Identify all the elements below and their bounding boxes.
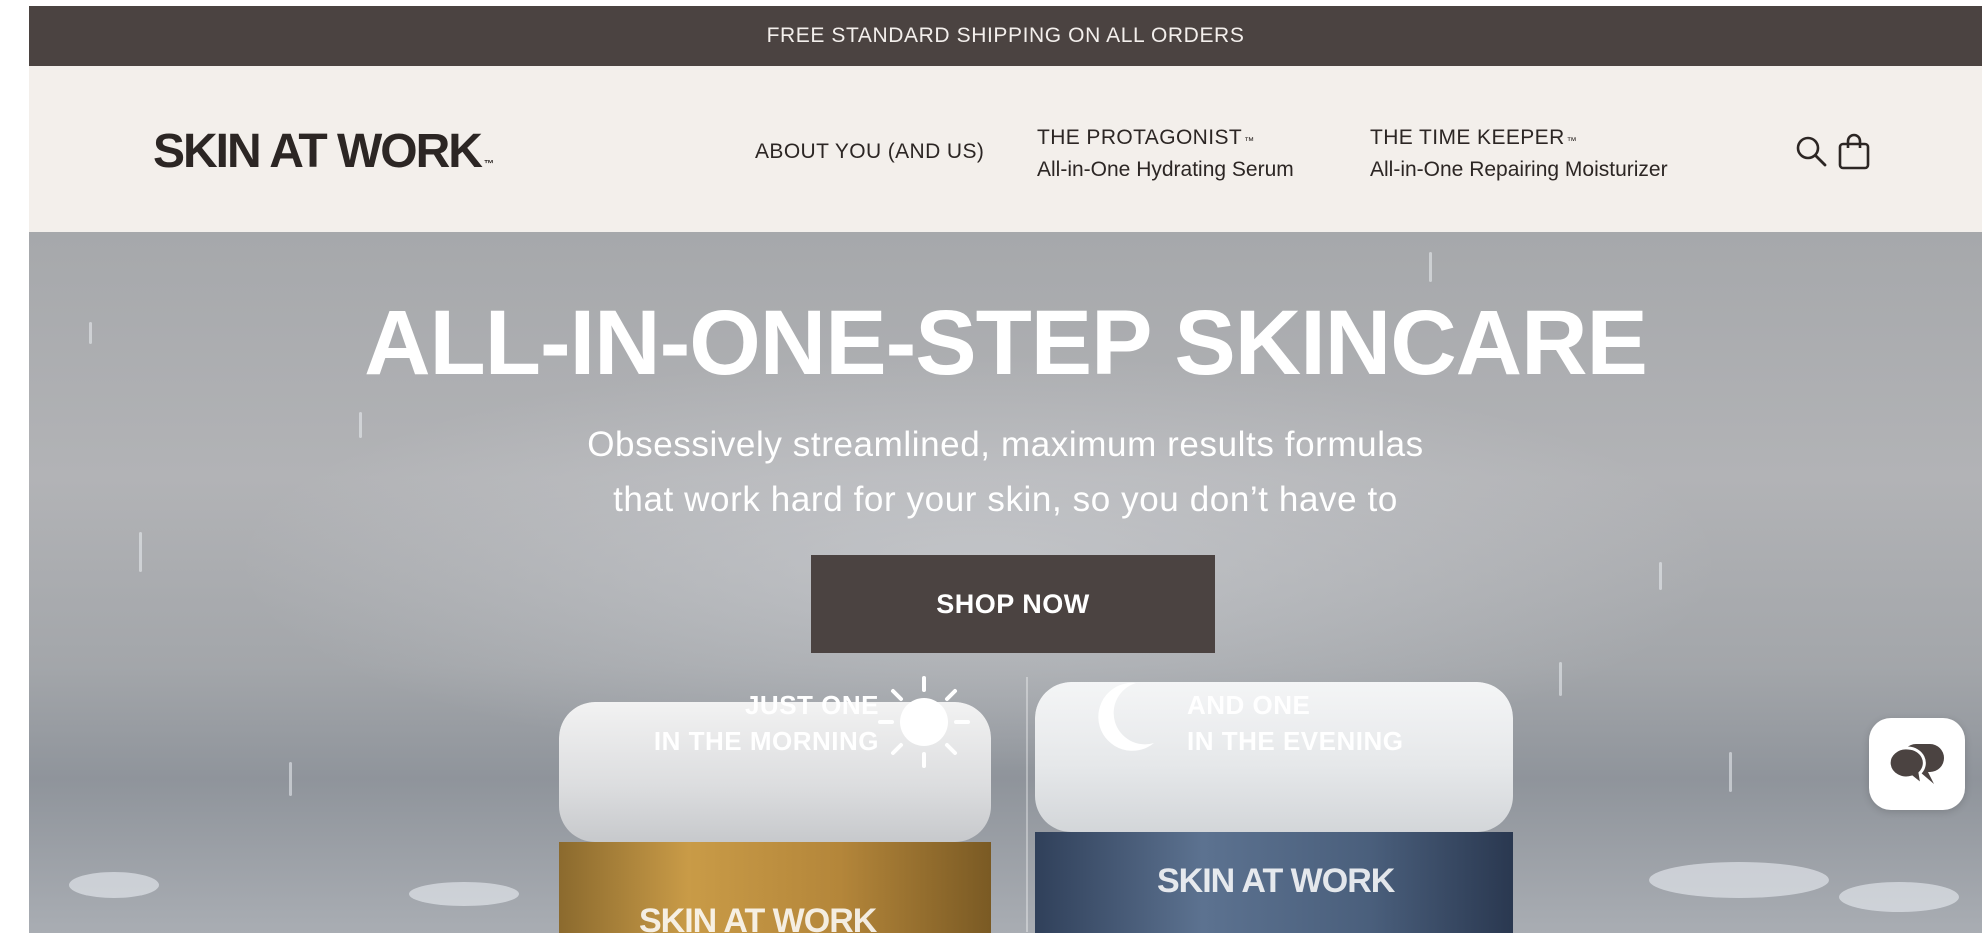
nav-time-keeper-subtitle: All-in-One Repairing Moisturizer xyxy=(1370,158,1668,181)
evening-caption-line2: IN THE EVENING xyxy=(1187,726,1404,756)
water-drop xyxy=(139,532,142,572)
shop-now-button[interactable]: SHOP NOW xyxy=(811,555,1215,653)
jar-body: SKIN AT WORK xyxy=(1035,832,1513,933)
water-drop xyxy=(1659,562,1662,590)
nav-time-keeper-title: THE TIME KEEPER xyxy=(1370,126,1565,149)
nav-protagonist-title: THE PROTAGONIST xyxy=(1037,126,1243,149)
announcement-bar: FREE STANDARD SHIPPING ON ALL ORDERS xyxy=(29,6,1982,66)
shopping-bag-icon[interactable] xyxy=(1834,131,1874,171)
morning-caption: JUST ONE IN THE MORNING xyxy=(589,687,879,759)
site-header: SKIN AT WORK ™ ABOUT YOU (AND US) THE PRO… xyxy=(29,66,1982,232)
hero-subtitle-line1: Obsessively streamlined, maximum results… xyxy=(587,425,1424,464)
water-drop xyxy=(1429,252,1432,282)
search-icon[interactable] xyxy=(1791,131,1831,171)
jar-label: SKIN AT WORK xyxy=(639,902,877,933)
sun-icon xyxy=(874,672,974,777)
nav-link-time-keeper[interactable]: THE TIME KEEPER ™ All-in-One Repairing Mo… xyxy=(1370,126,1668,182)
logo[interactable]: SKIN AT WORK ™ xyxy=(153,124,494,179)
jar-body: SKIN AT WORK xyxy=(559,842,991,933)
nav-link-about[interactable]: ABOUT YOU (AND US) xyxy=(755,140,984,164)
water-drop xyxy=(1729,752,1732,792)
nav-link-protagonist[interactable]: THE PROTAGONIST ™ All-in-One Hydrating Se… xyxy=(1037,126,1294,182)
moon-icon xyxy=(1092,677,1162,762)
water-splash xyxy=(409,882,519,906)
chat-bubbles-icon[interactable] xyxy=(1869,718,1965,810)
shop-now-label: SHOP NOW xyxy=(936,588,1090,619)
hero-subtitle-line2: that work hard for your skin, so you don… xyxy=(613,480,1398,519)
announcement-text: FREE STANDARD SHIPPING ON ALL ORDERS xyxy=(766,24,1245,47)
logo-text: SKIN AT WORK xyxy=(153,125,483,178)
nav-time-keeper-tm: ™ xyxy=(1566,136,1578,147)
water-splash xyxy=(1839,882,1959,912)
logo-trademark: ™ xyxy=(483,159,494,170)
hero-divider xyxy=(1026,677,1028,932)
morning-caption-line1: JUST ONE xyxy=(744,690,879,720)
jar-label: SKIN AT WORK xyxy=(1157,862,1395,900)
water-drop xyxy=(289,762,292,796)
evening-caption-line1: AND ONE xyxy=(1187,690,1311,720)
water-splash xyxy=(1649,862,1829,898)
hero-title: ALL-IN-ONE-STEP SKINCARE xyxy=(364,292,1648,394)
nav-protagonist-subtitle: All-in-One Hydrating Serum xyxy=(1037,158,1294,181)
water-drop xyxy=(1559,662,1562,696)
water-splash xyxy=(69,872,159,898)
hero-banner: ALL-IN-ONE-STEP SKINCARE Obsessively str… xyxy=(29,232,1982,933)
page: FREE STANDARD SHIPPING ON ALL ORDERS SKI… xyxy=(29,6,1982,933)
evening-caption: AND ONE IN THE EVENING xyxy=(1187,687,1477,759)
morning-caption-line2: IN THE MORNING xyxy=(653,726,879,756)
nav-protagonist-tm: ™ xyxy=(1244,136,1255,147)
